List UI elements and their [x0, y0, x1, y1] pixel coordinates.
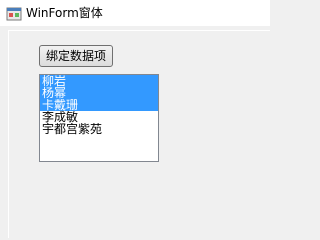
window-title: WinForm窗体	[26, 6, 103, 20]
list-item[interactable]: 柳岩	[40, 75, 158, 87]
list-item[interactable]: 杨幂	[40, 87, 158, 99]
list-item[interactable]: 李成敏	[40, 111, 158, 123]
list-item[interactable]: 宇都宫紫苑	[40, 123, 158, 135]
list-item[interactable]: 卡戴珊	[40, 99, 158, 111]
title-bar[interactable]: WinForm窗体	[0, 0, 270, 26]
app-icon[interactable]	[6, 6, 22, 22]
data-listbox[interactable]: 柳岩 杨幂 卡戴珊 李成敏 宇都宫紫苑	[39, 74, 159, 162]
bind-data-button[interactable]: 绑定数据项	[39, 45, 113, 67]
